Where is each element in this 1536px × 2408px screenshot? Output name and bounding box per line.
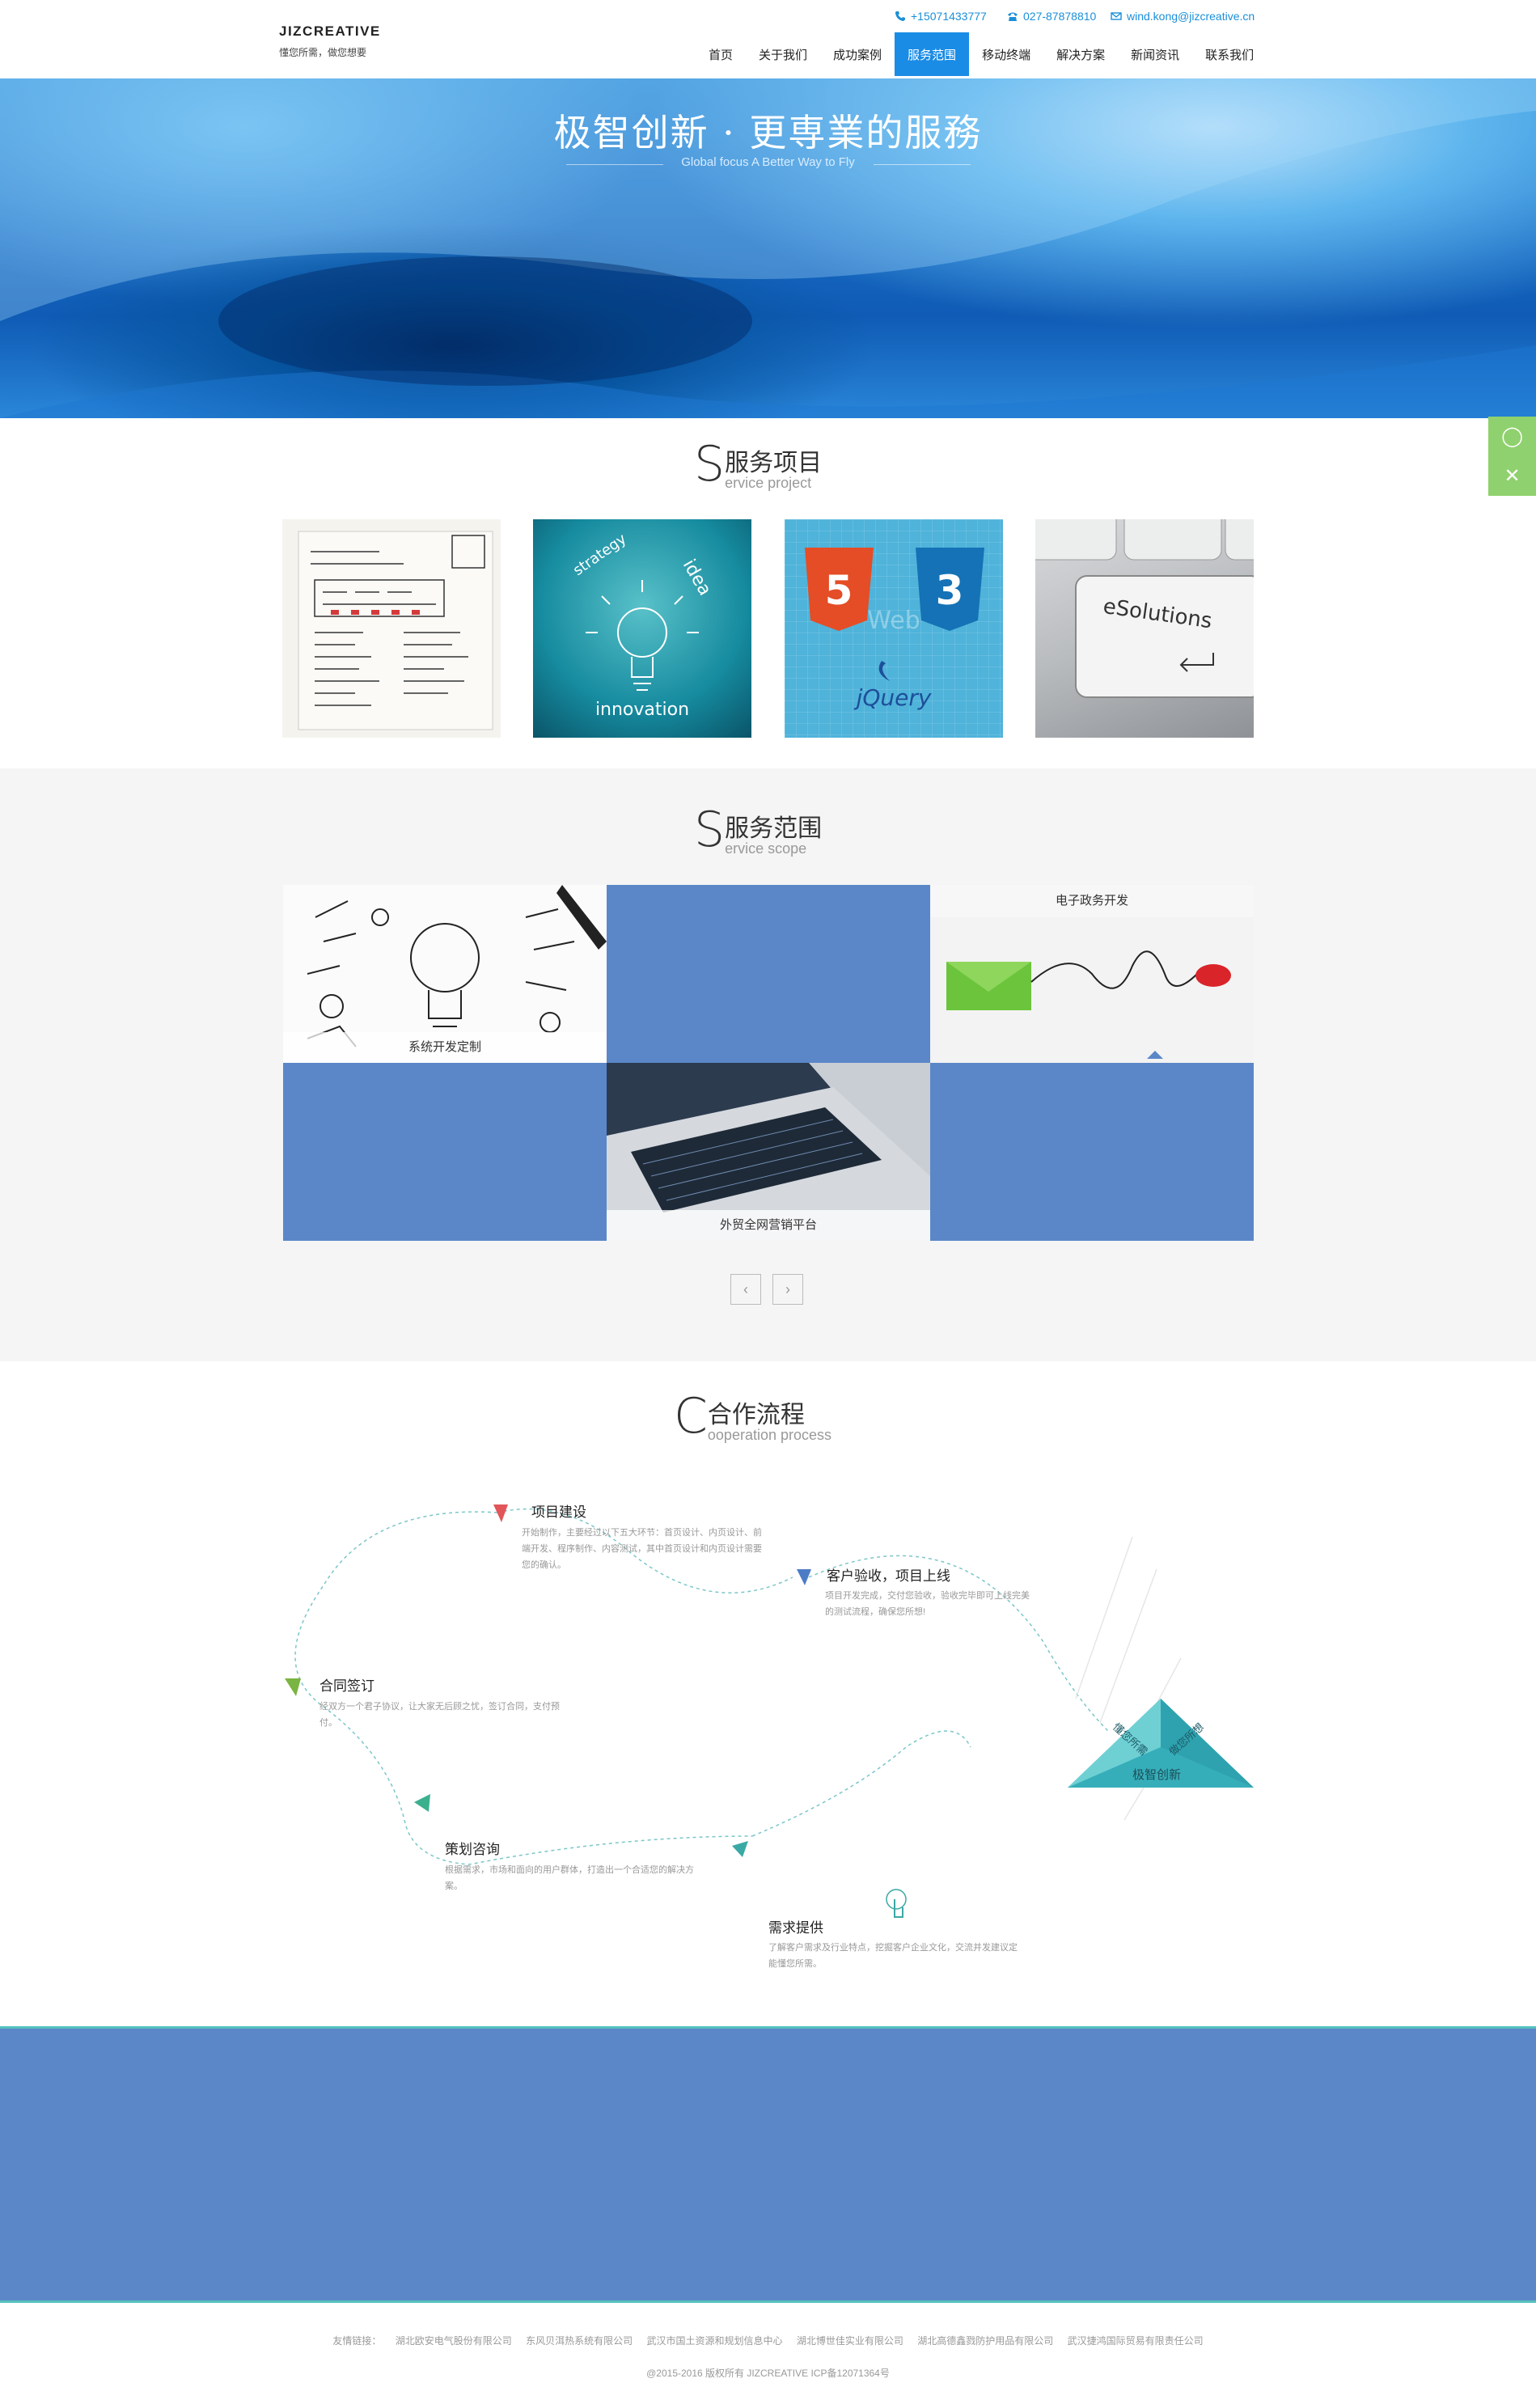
banner-subtitle: Global focus A Better Way to Fly (681, 155, 855, 169)
scope-caption: 电子政务开发 (930, 885, 1254, 917)
step-contract-title: 合同签订 (319, 1678, 374, 1694)
banner-title: 极智创新 · 更専業的服務 (553, 111, 983, 154)
phone-number: +15071433777 (911, 10, 987, 23)
step-project-title: 项目建设 (531, 1504, 586, 1520)
blue-band (0, 2026, 1536, 2303)
step-marker-icon (493, 1504, 508, 1522)
heading-initial: C (674, 1388, 708, 1445)
innovation-word: innovation (595, 700, 689, 720)
scope-card-blank (607, 885, 930, 1063)
carousel-next-button[interactable]: › (772, 1274, 803, 1305)
step-requirement-title: 需求提供 (768, 1920, 823, 1936)
jquery-swoosh-icon (878, 661, 890, 681)
friend-links: 友情链接： 湖北欧安电气股份有限公司 东风贝洱热系统有限公司 武汉市国土资源和规… (0, 2334, 1536, 2347)
heading-cn: 合作流程 (707, 1402, 805, 1428)
step-project-desc: 开始制作，主要经过以下五大环节：首页设计、内页设计、前端开发、程序制作、内容测试… (522, 1528, 762, 1570)
scope-caption: 外贸全网营销平台 (607, 1210, 930, 1241)
html5-number: 5 (825, 567, 853, 614)
phone-icon (895, 11, 905, 21)
heading-cn: 服务范围 (725, 815, 823, 842)
scope-card-blank (283, 1063, 607, 1241)
step-acceptance-desc: 项目开发完成，交付您验收，验收完毕即可上线完美的测试流程，确保您所想! (825, 1591, 1030, 1617)
tel-contact: 027-87878810 (1007, 10, 1096, 23)
mail-icon (1111, 12, 1122, 20)
scope-card-egov[interactable]: 电子政务开发 (930, 885, 1254, 1063)
html5-css3-jquery-graphic: 5 3 Web jQuery (805, 548, 984, 711)
step-marker-icon (285, 1678, 301, 1696)
heading-initial: S (694, 802, 726, 858)
strategy-word: strategy (570, 531, 630, 579)
copyright: @2015-2016 版权所有 JIZCREATIVE ICP备12071364… (646, 2368, 890, 2379)
heading-en: ervice project (725, 475, 812, 491)
heading-cn: 服务项目 (725, 450, 823, 476)
service-project-heading: S 服务项目 ervice project (694, 436, 823, 493)
wireframe-sketch-image (298, 531, 493, 730)
friend-link[interactable]: 武汉捷鸿国际贸易有限责任公司 (1068, 2335, 1204, 2347)
friend-link[interactable]: 武汉市国土资源和规划信息中心 (646, 2335, 782, 2347)
telephone-icon (1008, 12, 1018, 21)
step-marker-icon (732, 1841, 748, 1857)
service-tile-web[interactable]: 5 3 Web jQuery (785, 519, 1003, 738)
friend-link[interactable]: 湖北欧安电气股份有限公司 (396, 2335, 512, 2347)
nav-home[interactable]: 首页 (696, 32, 746, 76)
keyboard-key-image: eSolutions (1035, 519, 1254, 698)
friend-link[interactable]: 湖北博世佳实业有限公司 (797, 2335, 903, 2347)
step-requirement-desc: 了解客户需求及行业特点，挖掘客户企业文化，交流并发建议定能懂您所需。 (768, 1943, 1018, 1969)
heading-initial: S (694, 436, 726, 493)
step-acceptance-title: 客户验收，项目上线 (827, 1568, 950, 1584)
scope-card-blank (930, 1063, 1254, 1241)
mouse-icon (1195, 964, 1231, 987)
chat-icon[interactable]: ◯ (1488, 417, 1536, 456)
step-consult-title: 策划咨询 (445, 1842, 500, 1857)
main-nav: 首页 关于我们 成功案例 服务范围 移动终端 解决方案 新闻资讯 联系我们 (696, 32, 1267, 76)
envelope-mouse-image (946, 950, 1231, 1059)
close-icon[interactable]: ✕ (1488, 456, 1536, 496)
step-consult-desc: 根据需求，市场和面向的用户群体，打造出一个合适您的解决方案。 (445, 1865, 694, 1891)
email-address: wind.kong@jizcreative.cn (1127, 10, 1255, 23)
phone-contact: +15071433777 (895, 10, 987, 23)
nav-news[interactable]: 新闻资讯 (1118, 32, 1192, 76)
scope-card-trade[interactable]: 外贸全网营销平台 (607, 1063, 930, 1241)
lightbulb-icon: strategy idea innovation (570, 531, 715, 720)
pyramid-bottom-label: 极智创新 (1132, 1768, 1182, 1782)
nav-mobile[interactable]: 移动终端 (969, 32, 1043, 76)
friend-link[interactable]: 湖北高德鑫戮防护用品有限公司 (917, 2335, 1053, 2347)
side-toolbar: ◯ ✕ (1488, 417, 1536, 496)
logo-slogan: 懂您所需，做您想要 (279, 47, 367, 58)
links-label: 友情链接： (332, 2335, 382, 2347)
nav-about[interactable]: 关于我们 (746, 32, 820, 76)
scope-caption: 系统开发定制 (283, 1032, 607, 1063)
step-marker-icon (414, 1794, 430, 1812)
idea-word: idea (679, 557, 715, 599)
tel-number: 027-87878810 (1023, 10, 1097, 23)
scope-card-system[interactable]: 系统开发定制 (283, 885, 607, 1063)
process-heading: C 合作流程 ooperation process (674, 1388, 832, 1445)
jquery-word: jQuery (853, 684, 932, 711)
carousel-prev-button[interactable]: ‹ (730, 1274, 761, 1305)
nav-contact[interactable]: 联系我们 (1192, 32, 1267, 76)
heading-en: ooperation process (707, 1427, 832, 1443)
logo-title[interactable]: JIZCREATIVE (279, 23, 381, 40)
service-tile-wireframe[interactable] (282, 519, 501, 738)
step-contract-desc: 经双方一个君子协议，让大家无后顾之忧，签订合同，支付预付。 (319, 1702, 560, 1728)
service-scope-heading: S 服务范围 ervice scope (694, 806, 822, 857)
nav-solutions[interactable]: 解决方案 (1043, 32, 1118, 76)
friend-link[interactable]: 东风贝洱热系统有限公司 (526, 2335, 633, 2347)
service-tile-esolutions[interactable]: eSolutions (1035, 519, 1254, 738)
email-contact: wind.kong@jizcreative.cn (1111, 10, 1255, 23)
nav-services[interactable]: 服务范围 (895, 32, 970, 76)
css3-number: 3 (936, 567, 964, 614)
nav-cases[interactable]: 成功案例 (820, 32, 895, 76)
service-tile-innovation[interactable]: strategy idea innovation (533, 519, 751, 738)
hand-pointer-icon (886, 1889, 907, 1918)
web-word: Web (867, 607, 920, 635)
